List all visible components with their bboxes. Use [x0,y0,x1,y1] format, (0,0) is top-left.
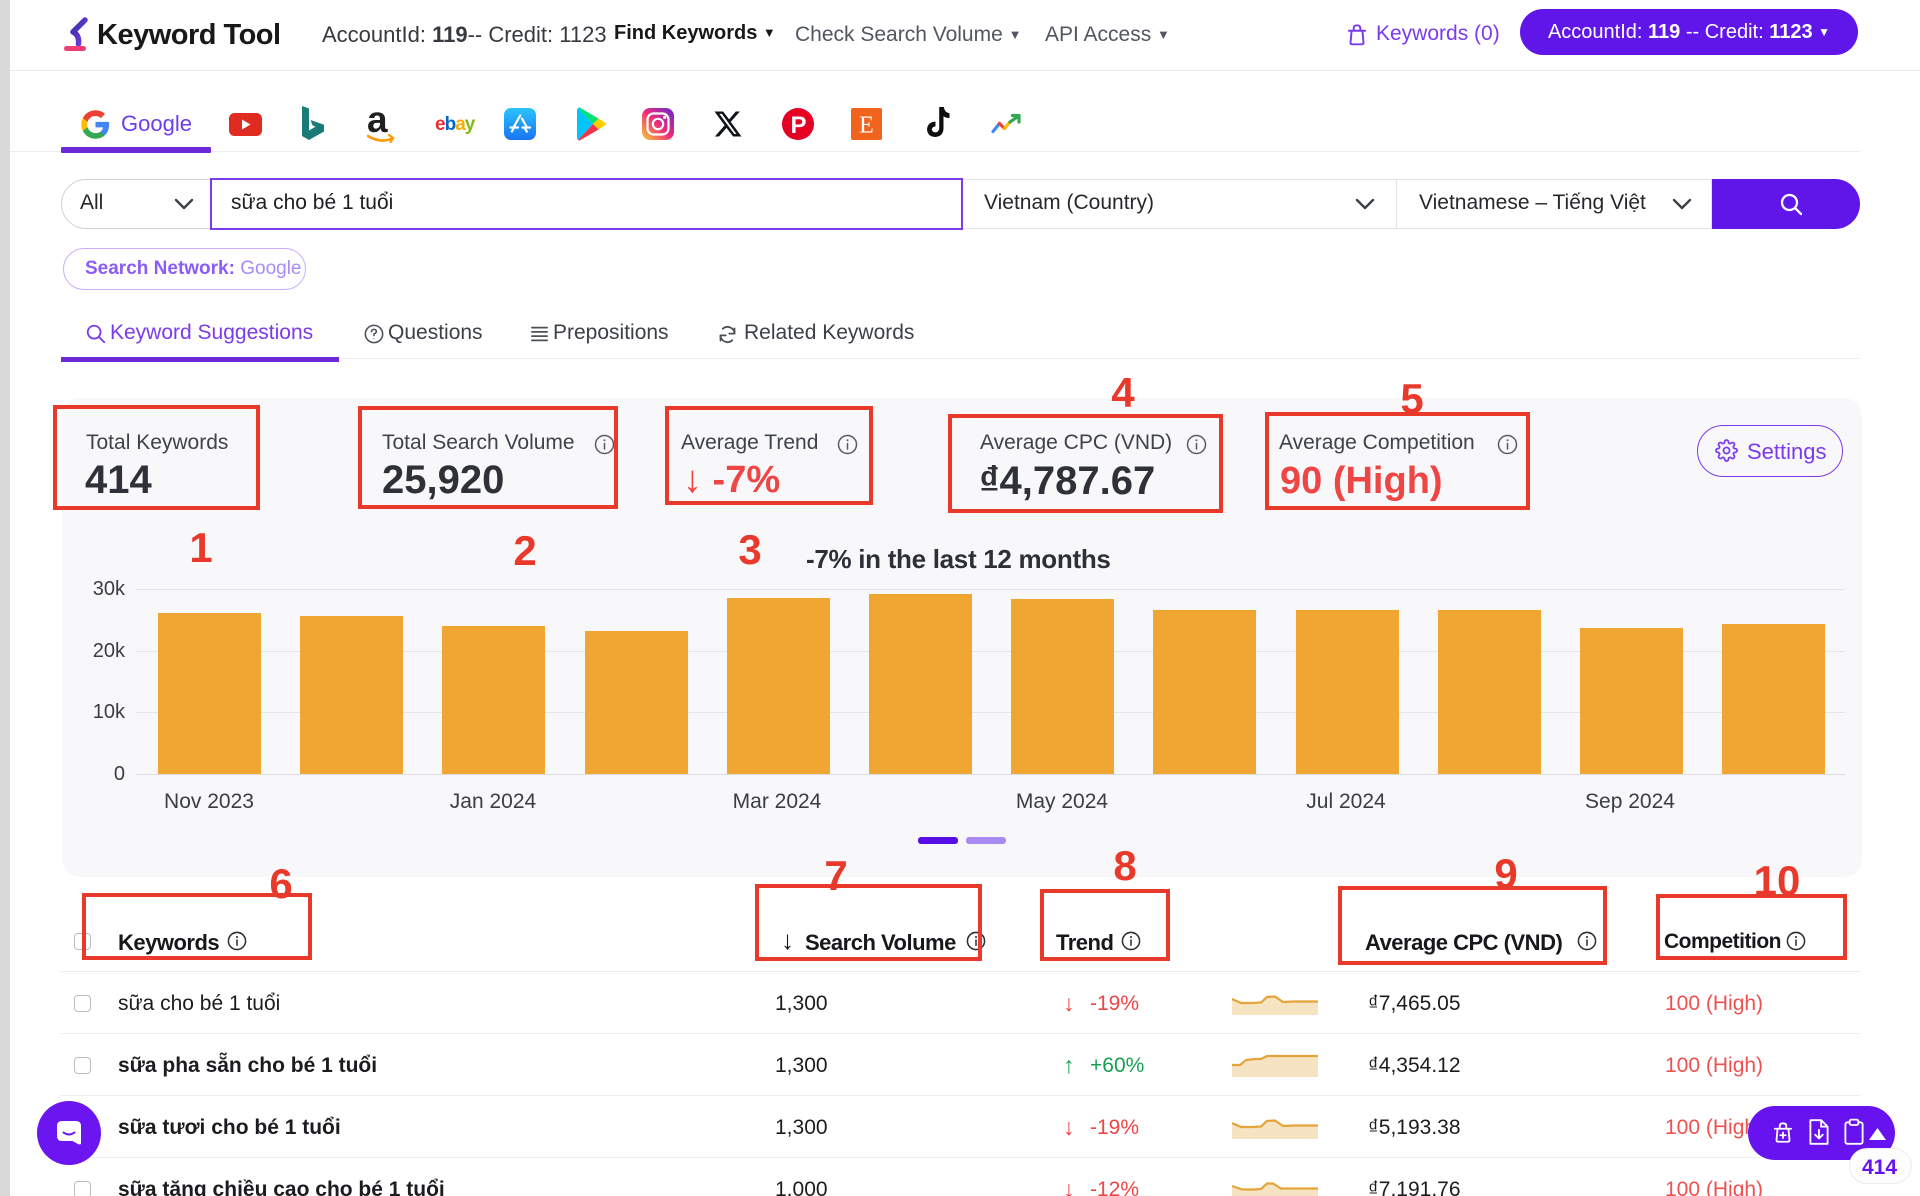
svg-text:E: E [859,113,874,139]
svg-text:P: P [790,112,806,139]
